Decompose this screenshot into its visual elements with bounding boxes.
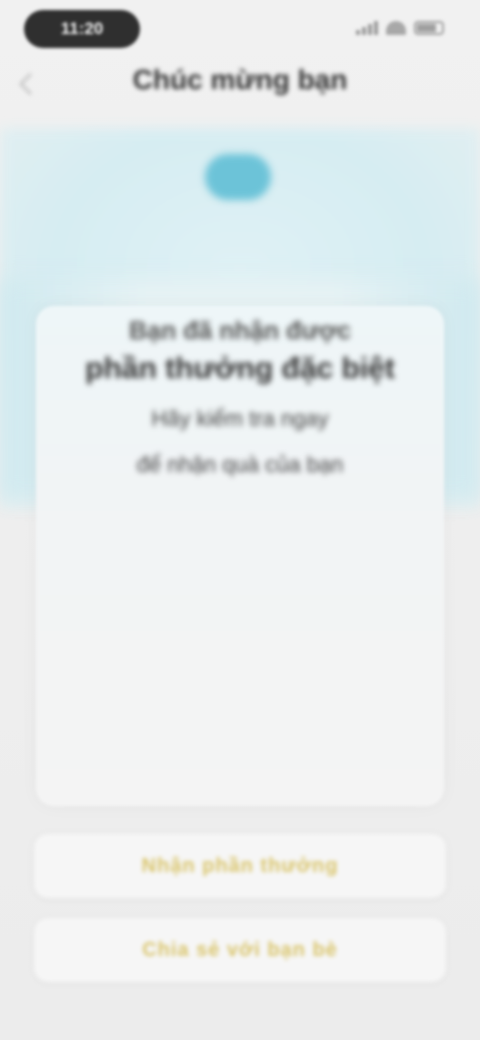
- claim-reward-label: Nhận phần thưởng: [141, 854, 339, 877]
- wifi-icon: [386, 21, 406, 35]
- share-label: Chia sẻ với bạn bè: [142, 938, 338, 961]
- battery-level: [417, 24, 437, 32]
- card-line-1: Hãy kiểm tra ngay: [151, 406, 329, 431]
- status-time: 11:20: [24, 10, 140, 48]
- reward-card-content: Bạn đã nhận được phần thưởng đặc biệt Hã…: [36, 306, 444, 506]
- card-headline: phần thưởng đặc biệt: [85, 352, 395, 385]
- nav-bar: Chúc mừng bạn: [0, 52, 480, 128]
- status-bar: 11:20: [0, 0, 480, 56]
- reward-badge-icon: [205, 154, 271, 200]
- battery-icon: [414, 21, 444, 35]
- card-line-2: để nhận quà của bạn: [136, 452, 344, 477]
- page-title: Chúc mừng bạn: [132, 64, 348, 95]
- status-icons: [354, 18, 444, 38]
- card-heading: Bạn đã nhận được: [128, 317, 351, 345]
- claim-reward-button[interactable]: Nhận phần thưởng: [34, 834, 446, 898]
- app-screen: 11:20 Chúc mừng bạn Bạn đã nhận được phầ…: [0, 0, 480, 1040]
- share-button[interactable]: Chia sẻ với bạn bè: [34, 918, 446, 982]
- signal-icon: [356, 21, 378, 35]
